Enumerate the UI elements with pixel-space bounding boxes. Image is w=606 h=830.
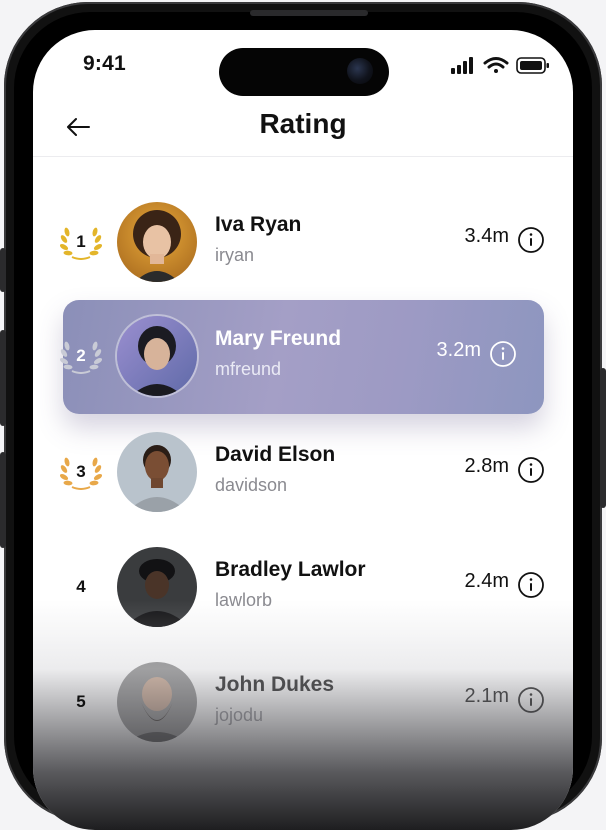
phone-screen: 9:41 Rating 1 Iva Ryan iryan 3.4m 2 Mary… (33, 30, 573, 830)
rank-number: 5 (76, 692, 86, 711)
phone-volume-up-button (0, 330, 6, 426)
rank-badge: 3 (57, 454, 105, 490)
user-handle: lawlorb (215, 590, 273, 610)
phone-power-button (600, 368, 606, 508)
page-title: Rating (259, 108, 347, 139)
info-icon[interactable] (517, 686, 545, 714)
info-icon[interactable] (517, 226, 545, 254)
front-camera (347, 58, 373, 84)
rank-badge: 5 (57, 684, 105, 720)
signal-icon (451, 57, 473, 74)
user-handle: mfreund (215, 359, 282, 379)
rank-number: 2 (76, 346, 86, 365)
rank-number: 4 (76, 577, 86, 596)
avatar (117, 432, 197, 512)
user-handle: jojodu (215, 705, 264, 725)
user-score: 3.4m (464, 225, 509, 247)
phone-volume-down-button (0, 452, 6, 548)
status-bar: 9:41 (33, 30, 573, 100)
rank-number: 1 (76, 232, 86, 251)
user-name: John Dukes (215, 673, 335, 696)
avatar (117, 547, 197, 627)
user-name: Iva Ryan (215, 213, 302, 236)
ranking-row-2: 2 Mary Freund mfreund 3.2m (33, 312, 573, 402)
ranking-row-4[interactable]: 4 Bradley Lawlor lawlorb 2.4m (33, 543, 573, 633)
user-score: 3.2m (436, 339, 481, 361)
phone-action-button (0, 248, 6, 292)
wifi-icon (483, 57, 509, 73)
avatar (117, 662, 197, 742)
info-icon[interactable] (517, 456, 545, 484)
avatar (117, 316, 197, 396)
user-handle: iryan (215, 245, 255, 265)
user-name: David Elson (215, 443, 336, 466)
phone-speaker-slot (250, 10, 368, 16)
status-time: 9:41 (83, 52, 126, 75)
rank-badge: 1 (57, 224, 105, 260)
ranking-row-1[interactable]: 1 Iva Ryan iryan 3.4m (33, 198, 573, 288)
ranking-row-5[interactable]: 5 John Dukes jojodu 2.1m (33, 658, 573, 748)
info-icon[interactable] (489, 340, 517, 368)
user-name: Bradley Lawlor (215, 558, 366, 581)
user-score: 2.8m (464, 455, 509, 477)
ranking-row-2-selected[interactable]: 2 Mary Freund mfreund 3.2m (60, 300, 544, 414)
avatar (117, 202, 197, 282)
rank-badge: 2 (57, 338, 105, 374)
header-divider (33, 156, 573, 157)
app-header: Rating (33, 108, 573, 156)
info-icon[interactable] (517, 571, 545, 599)
rank-number: 3 (76, 462, 86, 481)
status-icons (451, 57, 549, 74)
user-score: 2.1m (464, 685, 509, 707)
user-name: Mary Freund (215, 327, 342, 350)
user-score: 2.4m (464, 570, 509, 592)
battery-icon (516, 57, 549, 74)
user-handle: davidson (215, 475, 288, 495)
ranking-row-3[interactable]: 3 David Elson davidson 2.8m (33, 428, 573, 518)
rank-badge: 4 (57, 569, 105, 605)
